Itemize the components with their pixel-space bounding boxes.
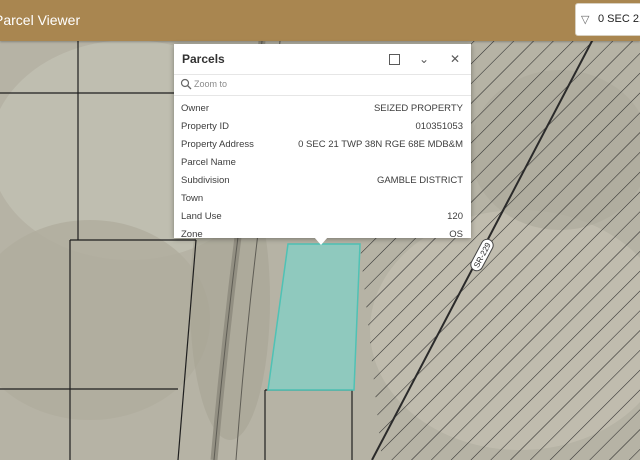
attribute-name: Property Address: [181, 139, 254, 150]
attribute-name: Subdivision: [181, 175, 230, 186]
attribute-value: GAMBLE DISTRICT: [376, 175, 463, 186]
attribute-name: Zone: [181, 229, 203, 238]
attribute-value: 0 SEC 21 TWP 38N RGE 68E MDB&M: [298, 139, 463, 150]
dock-icon[interactable]: [387, 52, 401, 66]
attribute-row: Parcel Name: [174, 154, 471, 172]
attribute-name: Town: [181, 193, 204, 204]
popup-title: Parcels: [182, 52, 225, 66]
popup-header: Parcels ⌄ ✕: [174, 44, 471, 74]
parcel-popup: Parcels ⌄ ✕ Zoom to Owner SEIZED PROPERT…: [174, 44, 471, 238]
popup-pointer: [314, 237, 328, 245]
close-icon[interactable]: ✕: [448, 52, 462, 66]
app-header: Parcel Viewer ▽ 0 SEC 21: [0, 0, 640, 41]
search-value[interactable]: 0 SEC 21: [598, 4, 640, 35]
attribute-name: Owner: [181, 103, 209, 114]
attribute-value: OS: [449, 229, 463, 238]
attribute-name: Property ID: [181, 121, 230, 132]
attribute-row: Subdivision GAMBLE DISTRICT: [174, 172, 471, 190]
dropdown-caret-icon[interactable]: ▽: [581, 13, 593, 27]
search-input[interactable]: ▽ 0 SEC 21: [575, 3, 640, 36]
attribute-name: Parcel Name: [181, 157, 236, 168]
attribute-row: Property ID 010351053: [174, 118, 471, 136]
attribute-row: Owner SEIZED PROPERTY: [174, 100, 471, 118]
chevron-down-icon[interactable]: ⌄: [417, 52, 431, 66]
app-title: Parcel Viewer: [0, 12, 81, 28]
attribute-value: SEIZED PROPERTY: [373, 103, 463, 114]
attribute-value: 010351053: [415, 121, 463, 132]
attribute-row: Property Address 0 SEC 21 TWP 38N RGE 68…: [174, 136, 471, 154]
magnifier-icon: [180, 78, 192, 90]
zoom-to-label[interactable]: Zoom to: [194, 79, 227, 89]
attribute-row: Land Use 120: [174, 208, 471, 226]
zoom-to-button[interactable]: Zoom to: [174, 74, 471, 96]
attribute-row: Town: [174, 190, 471, 208]
attribute-table: Owner SEIZED PROPERTY Property ID 010351…: [174, 100, 471, 238]
attribute-value: 120: [447, 211, 463, 222]
attribute-name: Land Use: [181, 211, 222, 222]
